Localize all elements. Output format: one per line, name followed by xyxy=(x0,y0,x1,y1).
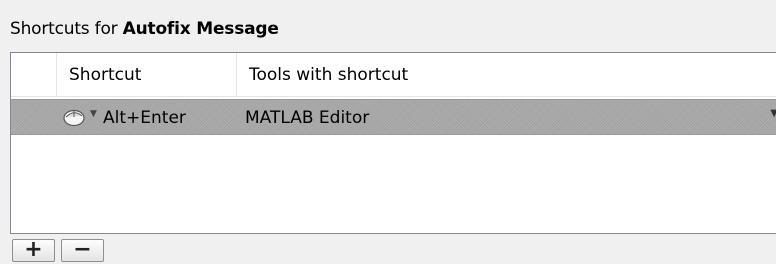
mouse-icon[interactable] xyxy=(61,106,87,128)
table-row[interactable]: ▼ Alt+Enter MATLAB Editor ▼ xyxy=(11,99,776,135)
shortcuts-title: Shortcuts for Autofix Message xyxy=(10,17,279,41)
tools-dropdown-arrow-icon[interactable]: ▼ xyxy=(770,108,776,119)
header-tools-with-shortcut[interactable]: Tools with shortcut xyxy=(237,53,776,97)
tools-cell[interactable]: MATLAB Editor xyxy=(245,100,369,136)
add-shortcut-button[interactable]: + xyxy=(12,239,55,262)
shortcuts-table: Shortcut Tools with shortcut ▼ Alt+Enter… xyxy=(10,52,776,234)
remove-shortcut-button[interactable]: − xyxy=(61,239,104,262)
title-action-name: Autofix Message xyxy=(122,19,279,39)
table-header: Shortcut Tools with shortcut xyxy=(11,53,776,97)
header-shortcut[interactable]: Shortcut xyxy=(57,53,237,97)
shortcut-cell[interactable]: Alt+Enter xyxy=(103,100,186,136)
title-prefix: Shortcuts for xyxy=(10,19,123,39)
mouse-dropdown-arrow-icon[interactable]: ▼ xyxy=(90,109,97,119)
header-corner xyxy=(11,53,57,97)
